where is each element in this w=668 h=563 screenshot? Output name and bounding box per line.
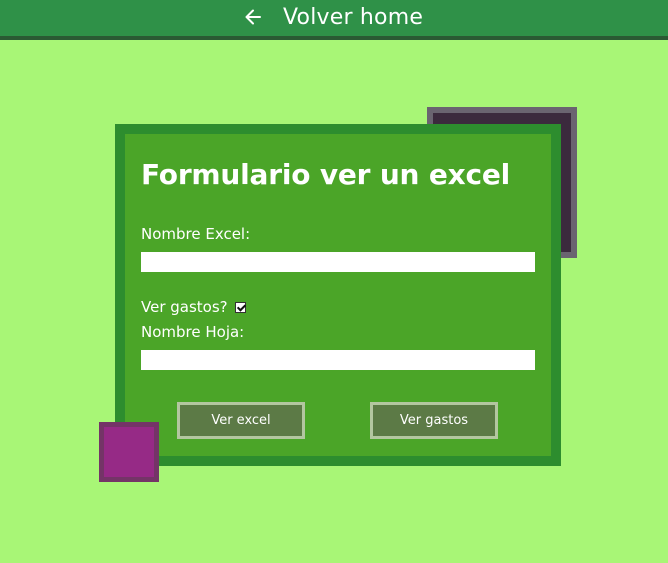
excel-form-card: Formulario ver un excel Nombre Excel: Ve… [115,124,561,466]
gastos-checkbox[interactable] [234,301,246,313]
excel-name-label: Nombre Excel: [141,225,251,243]
back-home-label: Volver home [283,4,424,30]
top-nav-bar: Volver home [0,0,668,40]
sheet-name-input[interactable] [141,350,535,370]
back-home-link[interactable]: Volver home [243,2,423,32]
decorative-purple-square [99,422,159,482]
arrow-left-icon [243,7,283,27]
ver-gastos-button[interactable]: Ver gastos [370,402,498,439]
ver-excel-button[interactable]: Ver excel [177,402,305,439]
form-title: Formulario ver un excel [141,158,511,191]
gastos-checkbox-row: Ver gastos? [141,298,246,316]
sheet-name-label: Nombre Hoja: [141,323,245,341]
gastos-label: Ver gastos? [141,298,228,316]
excel-name-input[interactable] [141,252,535,272]
